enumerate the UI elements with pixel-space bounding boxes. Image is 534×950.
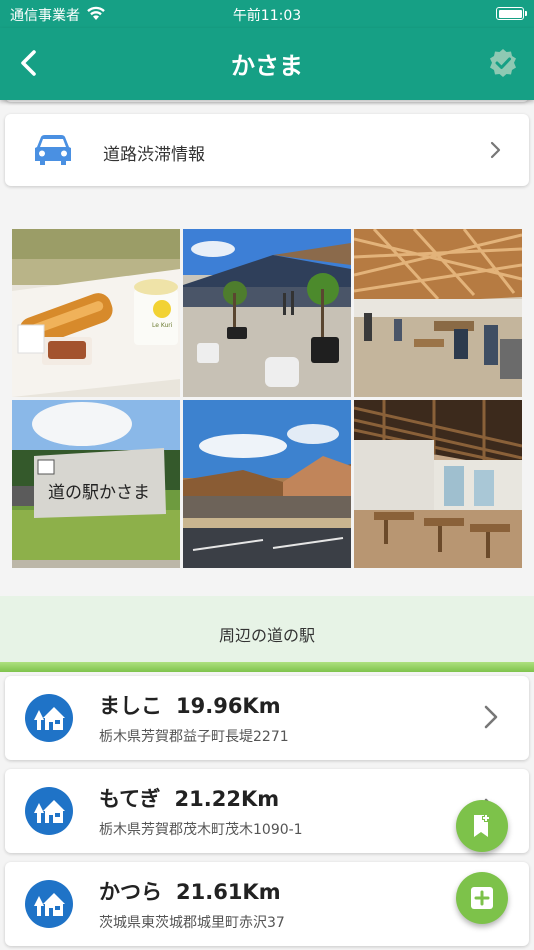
status-bar: 通信事業者 午前11:03 bbox=[0, 0, 534, 28]
photo-food[interactable]: Le Kuri bbox=[12, 229, 180, 397]
roadside-station-icon bbox=[25, 694, 73, 742]
sign-text: 道の駅かさま bbox=[48, 483, 150, 503]
add-button[interactable] bbox=[456, 872, 508, 924]
photo-dining-hall[interactable] bbox=[354, 400, 522, 568]
roadside-station-icon bbox=[25, 880, 73, 928]
bookmark-add-icon bbox=[474, 814, 490, 837]
station-address: 栃木県芳賀郡茂木町茂木1090-1 bbox=[99, 822, 303, 838]
station-address: 茨城県東茨城郡城里町赤沢37 bbox=[99, 915, 285, 931]
station-name: もてぎ 21.22Km bbox=[99, 787, 280, 811]
section-divider bbox=[0, 662, 534, 672]
station-distance: 21.22Km bbox=[174, 787, 280, 811]
clock: 午前11:03 bbox=[232, 8, 302, 24]
station-distance: 19.96Km bbox=[176, 694, 281, 718]
station-name: ましこ 19.96Km bbox=[99, 694, 281, 718]
station-distance: 21.61Km bbox=[176, 880, 281, 904]
car-icon bbox=[35, 135, 71, 165]
photo-gallery: Le Kuri 道の駅かさま bbox=[12, 229, 522, 568]
station-address: 栃木県芳賀郡益子町長堤2271 bbox=[99, 729, 289, 745]
station-row-mashiko[interactable]: ましこ 19.96Km 栃木県芳賀郡益子町長堤2271 bbox=[5, 676, 529, 760]
verified-badge-icon[interactable] bbox=[488, 48, 518, 78]
photo-station-sign[interactable]: 道の駅かさま bbox=[12, 400, 180, 568]
station-row-motegi[interactable]: もてぎ 21.22Km 栃木県芳賀郡茂木町茂木1090-1 bbox=[5, 769, 529, 853]
photo-exterior-plaza[interactable] bbox=[183, 229, 351, 397]
nearby-section-title: 周辺の道の駅 bbox=[218, 626, 315, 645]
station-name: かつら 21.61Km bbox=[99, 880, 281, 904]
traffic-info-label: 道路渋滞情報 bbox=[103, 145, 205, 165]
chevron-right-icon bbox=[490, 141, 501, 159]
nearby-section-header: 周辺の道の駅 bbox=[0, 596, 534, 672]
photo-building-exterior[interactable] bbox=[183, 400, 351, 568]
station-row-katsura[interactable]: かつら 21.61Km 茨城県東茨城郡城里町赤沢37 bbox=[5, 862, 529, 946]
bookmark-add-button[interactable] bbox=[456, 800, 508, 852]
page-title: かさま bbox=[231, 52, 303, 80]
chevron-right-icon bbox=[484, 705, 498, 729]
battery-icon bbox=[496, 7, 527, 20]
add-box-icon bbox=[471, 887, 493, 909]
cup-text: Le Kuri bbox=[152, 322, 173, 329]
traffic-info-row[interactable]: 道路渋滞情報 bbox=[5, 114, 529, 186]
photo-interior-timber[interactable] bbox=[354, 229, 522, 397]
roadside-station-icon bbox=[25, 787, 73, 835]
nav-bar: かさま bbox=[0, 28, 534, 100]
